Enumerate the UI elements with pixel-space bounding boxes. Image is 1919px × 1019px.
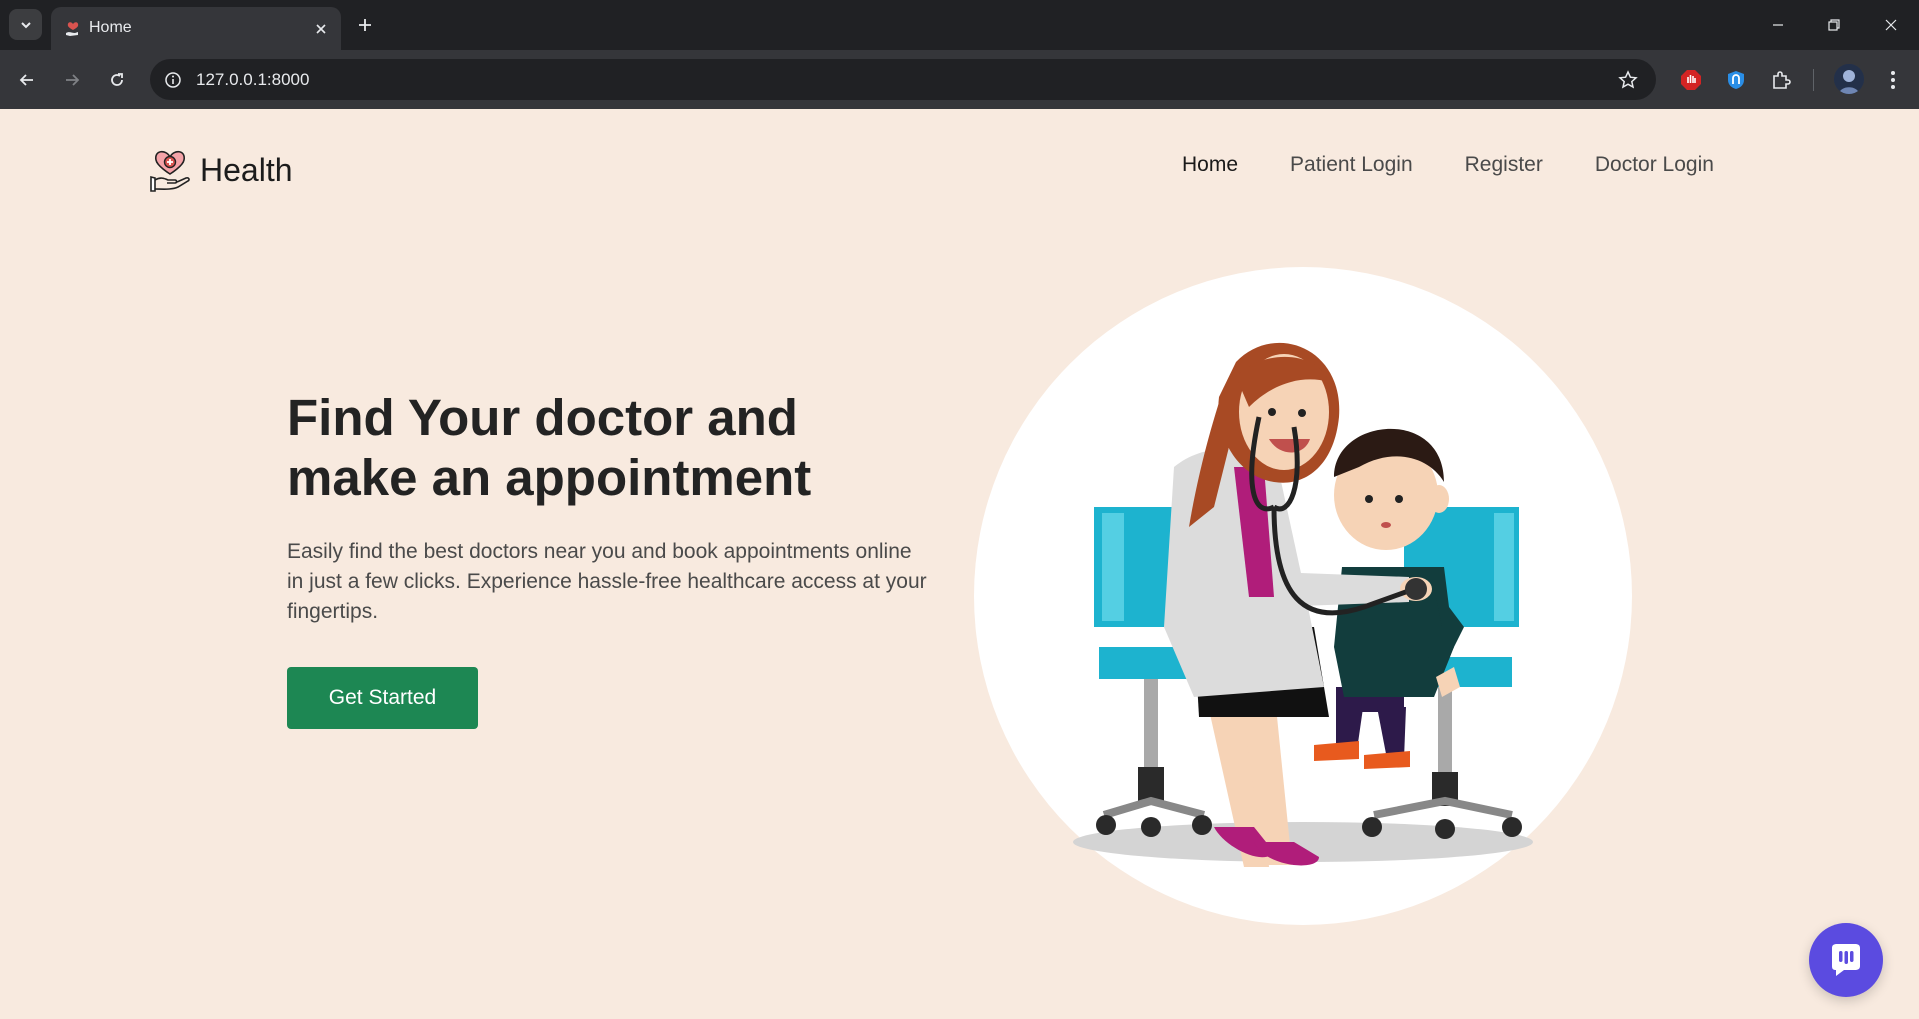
nav-item-register[interactable]: Register xyxy=(1465,153,1543,177)
extension-adblock-button[interactable] xyxy=(1676,65,1706,95)
main-nav: Home Patient Login Register Doctor Login xyxy=(1182,153,1714,177)
restore-icon xyxy=(1828,19,1840,31)
close-icon xyxy=(1885,19,1897,31)
profile-avatar[interactable] xyxy=(1834,64,1864,94)
chat-icon xyxy=(1832,944,1860,976)
forward-button[interactable] xyxy=(57,65,87,95)
nav-item-doctor-login[interactable]: Doctor Login xyxy=(1595,153,1714,177)
restore-button[interactable] xyxy=(1821,12,1847,38)
get-started-button[interactable]: Get Started xyxy=(287,667,478,729)
browser-tab[interactable]: Home xyxy=(51,7,341,50)
heart-hand-icon xyxy=(150,150,190,192)
tab-close-button[interactable] xyxy=(311,19,331,39)
minimize-button[interactable] xyxy=(1765,12,1791,38)
hero-title-line-2: make an appointment xyxy=(287,449,812,506)
browser-tab-bar: Home xyxy=(0,0,1919,50)
brand-name: Health xyxy=(200,151,293,188)
close-window-button[interactable] xyxy=(1878,12,1904,38)
browser-menu-button[interactable] xyxy=(1880,65,1906,95)
nav-item-home[interactable]: Home xyxy=(1182,153,1238,177)
browser-toolbar: 127.0.0.1:8000 xyxy=(0,50,1919,109)
extensions-button[interactable] xyxy=(1766,65,1796,95)
chevron-down-icon xyxy=(20,21,31,28)
reload-button[interactable] xyxy=(102,65,132,95)
info-icon xyxy=(165,72,181,88)
close-icon xyxy=(316,24,326,34)
bookmark-button[interactable] xyxy=(1616,68,1640,92)
more-vertical-icon xyxy=(1891,71,1895,89)
new-tab-button[interactable] xyxy=(353,13,377,37)
health-favicon-icon xyxy=(66,22,79,36)
star-icon xyxy=(1618,70,1638,89)
doctor-patient-illustration xyxy=(974,267,1632,925)
arrow-left-icon xyxy=(19,74,33,86)
arrow-right-icon xyxy=(66,74,80,86)
minimize-icon xyxy=(1773,24,1783,26)
extension-shield-icon xyxy=(1728,71,1744,89)
avatar-icon xyxy=(1834,64,1864,94)
reload-icon xyxy=(111,73,123,86)
stop-hand-icon xyxy=(1681,70,1701,90)
nav-item-patient-login[interactable]: Patient Login xyxy=(1290,153,1413,177)
url-text: 127.0.0.1:8000 xyxy=(196,70,310,89)
brand-logo[interactable]: Health xyxy=(148,147,293,193)
hero-title-line-1: Find Your doctor and xyxy=(287,389,798,446)
hero-description: Easily find the best doctors near you an… xyxy=(287,540,927,623)
site-info-button[interactable] xyxy=(162,69,184,91)
tab-title: Home xyxy=(89,19,132,36)
back-button[interactable] xyxy=(12,65,42,95)
address-bar[interactable]: 127.0.0.1:8000 xyxy=(150,59,1656,100)
plus-icon xyxy=(359,19,371,31)
chat-widget-button[interactable] xyxy=(1809,923,1883,997)
puzzle-icon xyxy=(1773,71,1791,89)
web-page: Health Home Patient Login Register Docto… xyxy=(0,109,1919,1019)
extension-blue-button[interactable] xyxy=(1721,65,1751,95)
hero-title: Find Your doctor and make an appointment xyxy=(287,388,927,508)
toolbar-separator xyxy=(1813,69,1814,91)
tab-list-button[interactable] xyxy=(9,9,42,40)
